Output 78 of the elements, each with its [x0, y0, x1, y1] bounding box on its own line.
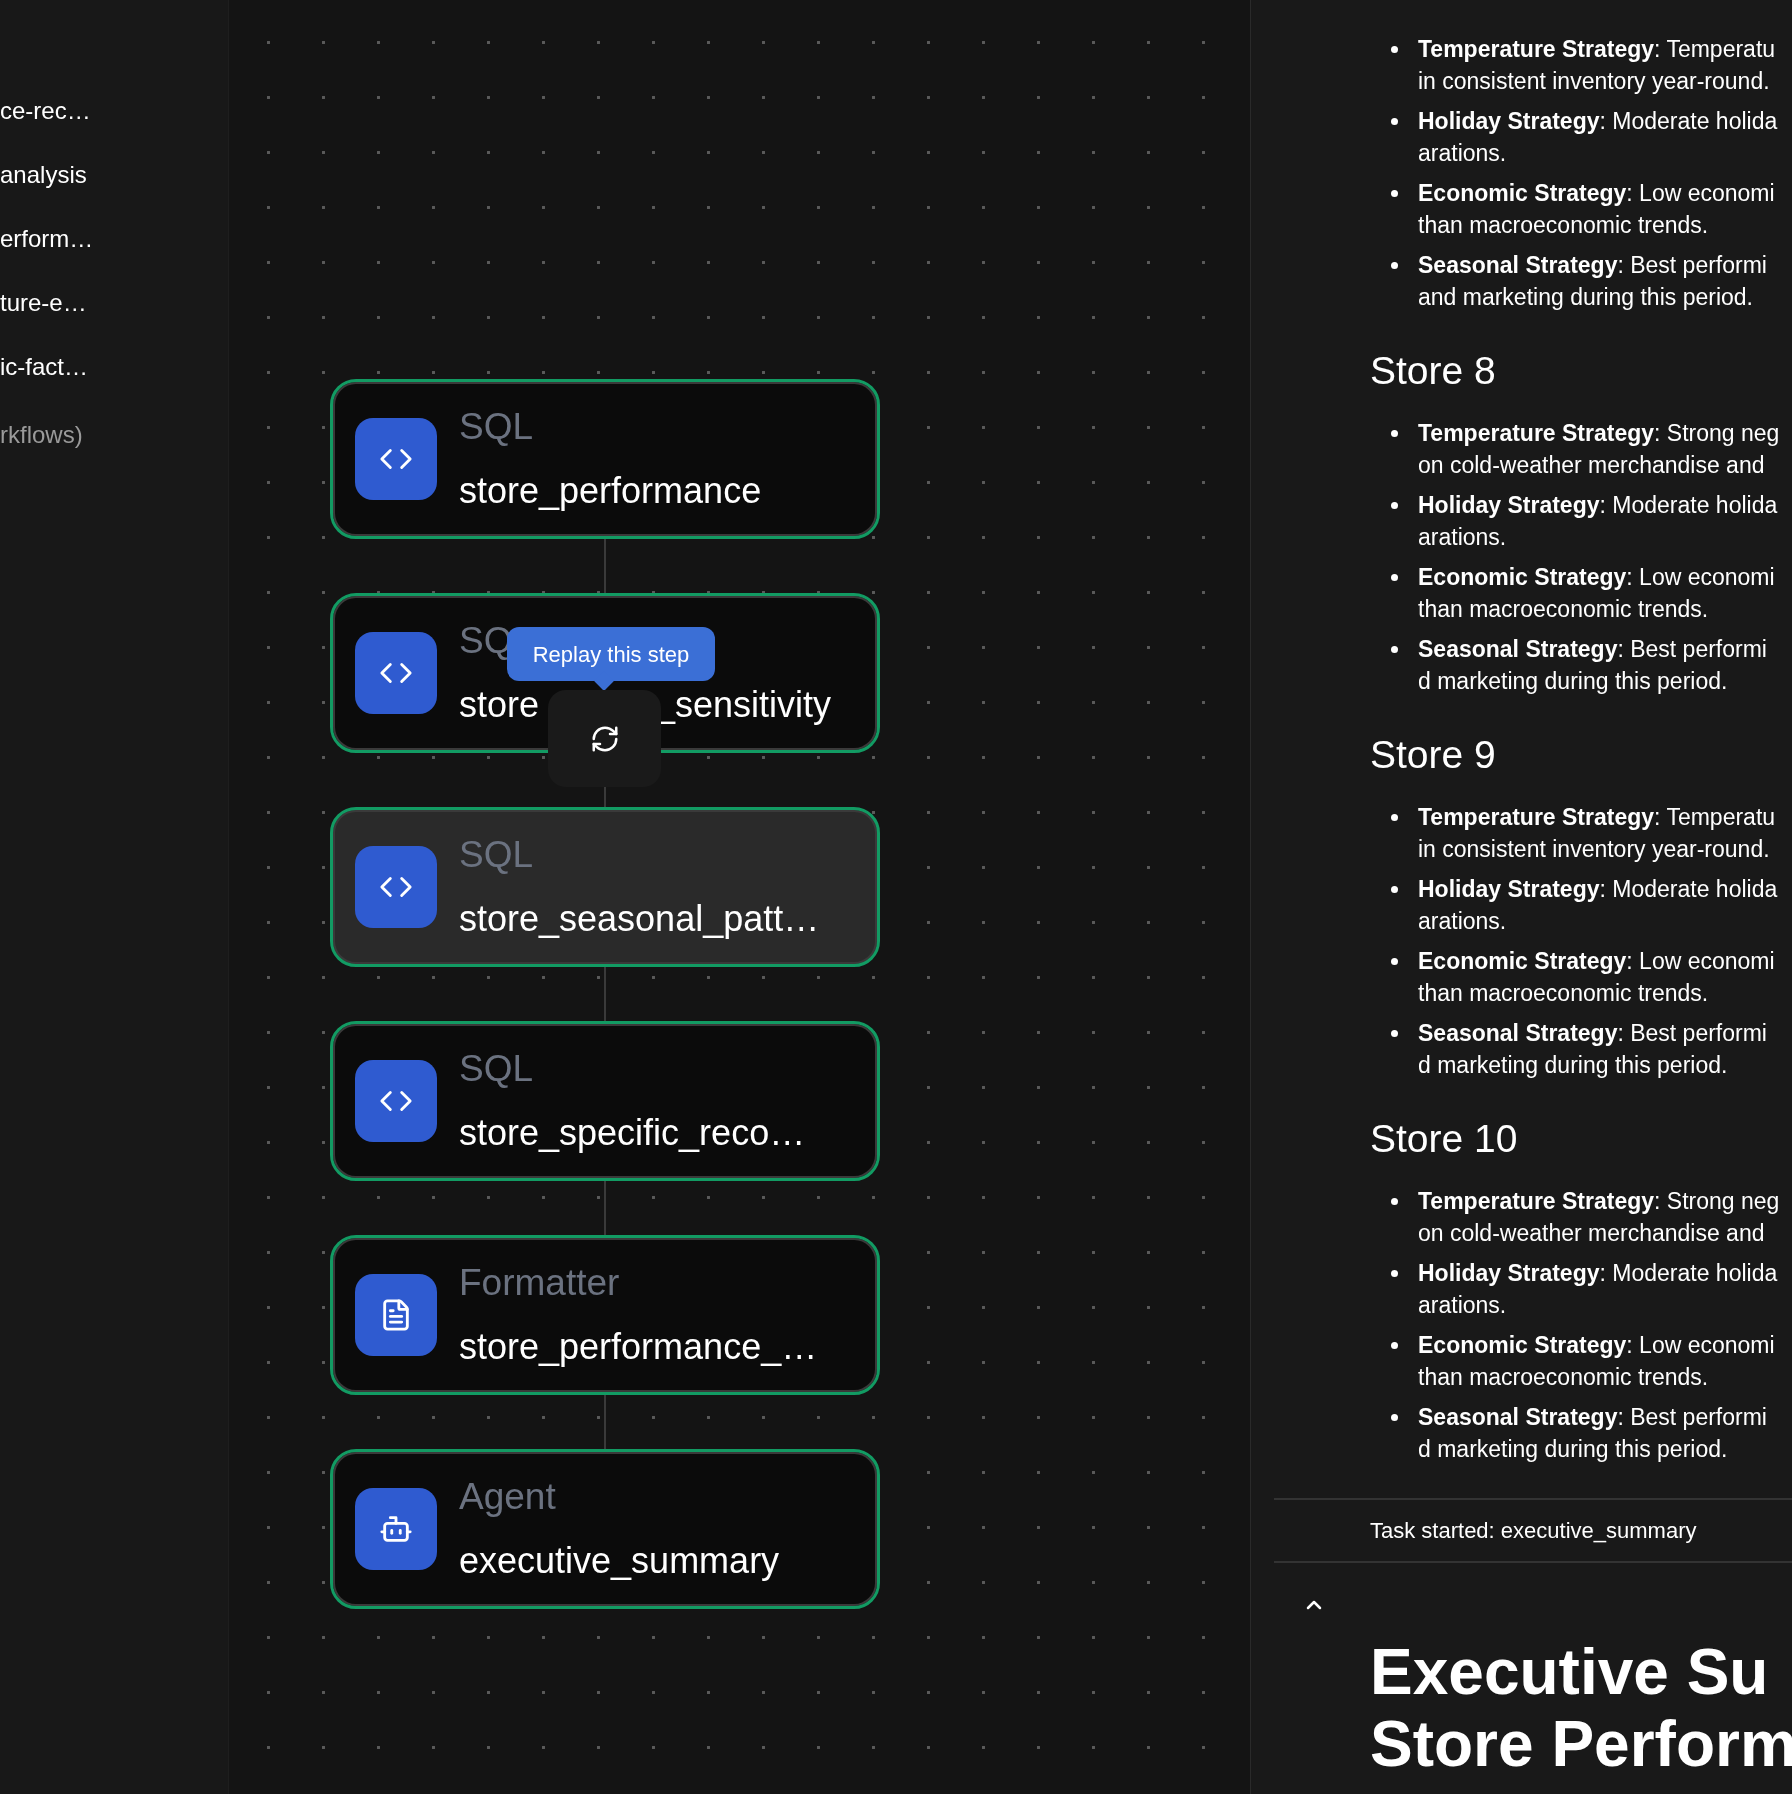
workflow-node[interactable]: SQL store_performance [330, 379, 880, 539]
list-item-text: and marketing during this period. [1418, 283, 1754, 312]
list-item-text: Temperature Strategy: Temperatu [1418, 803, 1776, 832]
bullet-icon [1391, 1198, 1398, 1205]
list-item-text: d marketing during this period. [1418, 667, 1729, 696]
list-item-text: arations. [1418, 523, 1508, 552]
section-heading: Store 9 [1370, 732, 1497, 778]
bullet-icon [1391, 118, 1398, 125]
bullet-icon [1391, 1030, 1398, 1037]
list-item-text: Seasonal Strategy: Best performi [1418, 251, 1767, 280]
list-item-text: Temperature Strategy: Temperatu [1418, 35, 1776, 64]
section-heading: Store 10 [1370, 1116, 1519, 1162]
list-item-text: Temperature Strategy: Strong neg [1418, 1187, 1780, 1216]
bullet-icon [1391, 46, 1398, 53]
sidebar-item[interactable]: analysis [0, 159, 228, 191]
node-type-label: SQL [459, 833, 534, 877]
list-item-text: Temperature Strategy: Strong neg [1418, 419, 1780, 448]
list-item-text: Economic Strategy: Low economi [1418, 563, 1775, 592]
node-name: store_performance_… [459, 1325, 818, 1369]
bullet-icon [1391, 502, 1398, 509]
list-item-text: d marketing during this period. [1418, 1435, 1729, 1464]
node-name: _sensitivity [655, 683, 832, 727]
list-item-text: Seasonal Strategy: Best performi [1418, 635, 1767, 664]
list-item-text: Holiday Strategy: Moderate holida [1418, 107, 1778, 136]
list-item-text: Economic Strategy: Low economi [1418, 947, 1775, 976]
list-item-text: Holiday Strategy: Moderate holida [1418, 491, 1778, 520]
bullet-icon [1391, 1342, 1398, 1349]
list-item-text: Seasonal Strategy: Best performi [1418, 1403, 1767, 1432]
sidebar-item[interactable]: ic-fact… [0, 351, 228, 383]
bullet-icon [1391, 814, 1398, 821]
summary-title: Executive Su [1370, 1636, 1770, 1708]
node-type-label: SQL [459, 405, 534, 449]
list-item-text: on cold-weather merchandise and [1418, 451, 1766, 480]
node-name: store [459, 683, 540, 727]
list-item-text: Economic Strategy: Low economi [1418, 179, 1775, 208]
list-item-text: than macroeconomic trends. [1418, 595, 1710, 624]
node-type-label: Agent [459, 1475, 556, 1519]
list-item-text: in consistent inventory year-round. [1418, 67, 1771, 96]
bullet-icon [1391, 646, 1398, 653]
bullet-icon [1391, 190, 1398, 197]
list-item-text: on cold-weather merchandise and [1418, 1219, 1766, 1248]
node-type-label: SQL [459, 1047, 534, 1091]
node-name: store_seasonal_patt… [459, 897, 820, 941]
list-item-text: Holiday Strategy: Moderate holida [1418, 875, 1778, 904]
workflow-node[interactable]: Agent executive_summary [330, 1449, 880, 1609]
workflow-node[interactable]: Formatter store_performance_… [330, 1235, 880, 1395]
list-item-text: arations. [1418, 139, 1508, 168]
bullet-icon [1391, 886, 1398, 893]
sidebar-item[interactable]: ture-e… [0, 287, 228, 319]
bullet-icon [1391, 262, 1398, 269]
workflow-node[interactable]: SQL store_specific_reco… [330, 1021, 880, 1181]
list-item-text: in consistent inventory year-round. [1418, 835, 1771, 864]
list-item-text: Seasonal Strategy: Best performi [1418, 1019, 1767, 1048]
node-type-label: Formatter [459, 1261, 620, 1305]
list-item-text: d marketing during this period. [1418, 1051, 1729, 1080]
list-item-text: arations. [1418, 907, 1508, 936]
summary-title: Store Perform [1370, 1708, 1792, 1780]
task-status: Task started: executive_summary [1370, 1517, 1697, 1545]
sidebar-item[interactable]: ce-rec… [0, 95, 228, 127]
replay-button[interactable] [548, 690, 661, 787]
section-heading: Store 8 [1370, 348, 1497, 394]
node-name: store_specific_reco… [459, 1111, 806, 1155]
node-name: store_performance [459, 469, 762, 513]
list-item-text: arations. [1418, 1291, 1508, 1320]
sidebar-item[interactable]: rkflows) [0, 419, 228, 451]
bullet-icon [1391, 958, 1398, 965]
node-name: executive_summary [459, 1539, 780, 1583]
bullet-icon [1391, 1414, 1398, 1421]
bullet-icon [1391, 430, 1398, 437]
list-item-text: than macroeconomic trends. [1418, 1363, 1710, 1392]
sidebar-item[interactable]: erform… [0, 223, 228, 255]
bullet-icon [1391, 574, 1398, 581]
workflow-node[interactable]: SQL store_seasonal_patt… [330, 807, 880, 967]
list-item-text: than macroeconomic trends. [1418, 979, 1710, 1008]
bullet-icon [1391, 1270, 1398, 1277]
list-item-text: Economic Strategy: Low economi [1418, 1331, 1775, 1360]
list-item-text: than macroeconomic trends. [1418, 211, 1710, 240]
list-item-text: Holiday Strategy: Moderate holida [1418, 1259, 1778, 1288]
